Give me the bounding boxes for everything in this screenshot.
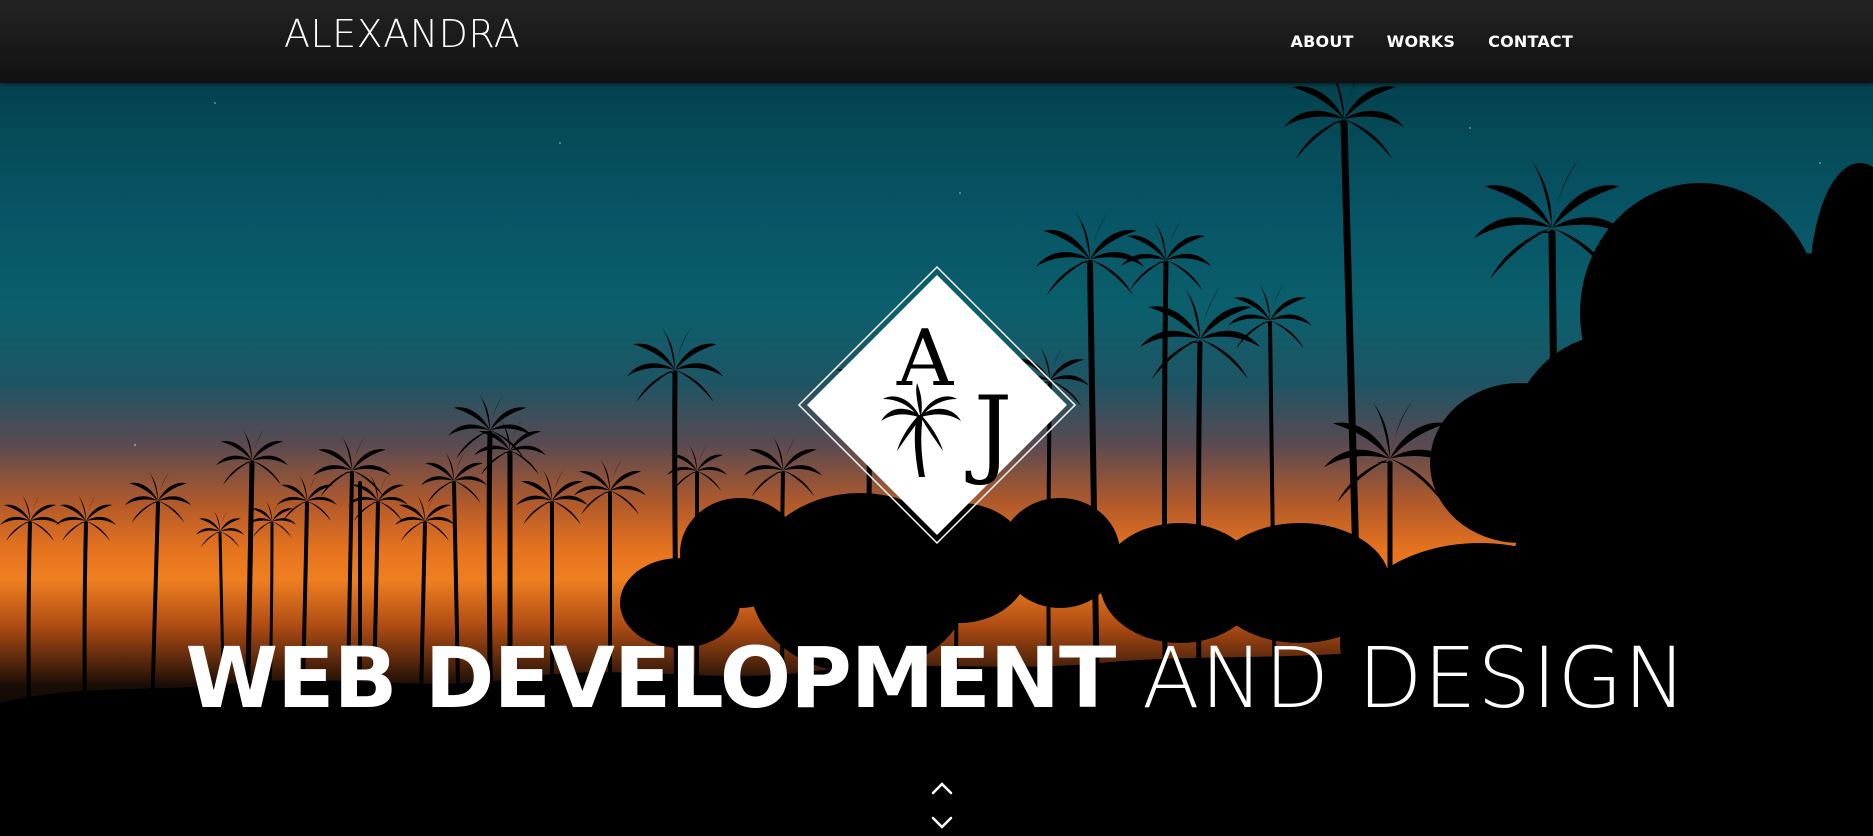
- chevron-down-icon[interactable]: [930, 814, 954, 832]
- hero-section: A J WEB DEVELOPMENT AND DESIGN: [0, 83, 1873, 836]
- navbar: ALEXANDRA ABOUT WORKS CONTACT: [0, 0, 1873, 83]
- brand-link[interactable]: ALEXANDRA: [284, 12, 520, 56]
- monogram-logo-icon: A J: [797, 265, 1077, 545]
- nav-link-works[interactable]: WORKS: [1387, 32, 1456, 51]
- nav-menu: ABOUT WORKS CONTACT: [1291, 32, 1573, 51]
- headline-bold: WEB DEVELOPMENT: [185, 629, 1116, 727]
- chevron-up-icon[interactable]: [930, 779, 954, 797]
- nav-link-contact[interactable]: CONTACT: [1488, 32, 1573, 51]
- headline-light: AND DESIGN: [1142, 629, 1688, 727]
- nav-link-about[interactable]: ABOUT: [1291, 32, 1354, 51]
- page: ALEXANDRA ABOUT WORKS CONTACT A J WEB DE…: [0, 0, 1873, 836]
- hero-headline: WEB DEVELOPMENT AND DESIGN: [0, 628, 1873, 728]
- logo-letter-a: A: [896, 314, 955, 404]
